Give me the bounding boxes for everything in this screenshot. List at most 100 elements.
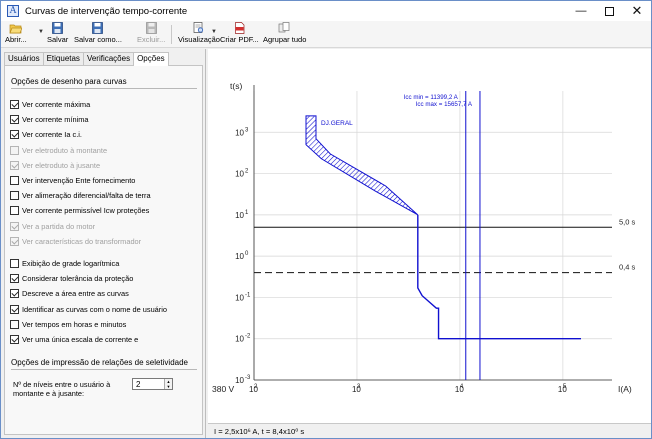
checkbox-checked-icon[interactable]: [10, 304, 19, 314]
option-label: Ver eletroduto à montante: [22, 145, 108, 155]
option-label: Identificar as curvas com o nome de usuá…: [22, 304, 168, 314]
option-label: Ver corrente máxima: [22, 100, 91, 109]
spin-down-icon[interactable]: ▼: [165, 384, 172, 389]
option-checkbox-row: Ver eletroduto à montante: [10, 145, 107, 156]
window-title: Curvas de intervenção tempo-corrente: [25, 5, 188, 17]
option-checkbox-row[interactable]: Ver intervenção Ente fornecimento: [10, 175, 135, 186]
option-checkbox-row[interactable]: Ver corrente mínima: [10, 114, 89, 125]
section-divider: [11, 369, 197, 370]
close-button[interactable]: ✕: [623, 1, 651, 21]
option-checkbox-row[interactable]: Ver corrente máxima: [10, 99, 90, 110]
tick-label-y: 10: [235, 170, 244, 179]
print-options-heading: Opções de impressão de relações de selet…: [11, 358, 188, 367]
app-window: A Curvas de intervenção tempo-corrente —…: [0, 0, 652, 439]
group-all-label: Agrupar tudo: [263, 35, 307, 44]
option-label: Exibição de grade logarítmica: [22, 259, 120, 268]
x-axis-title: I(A): [618, 384, 632, 394]
checkbox-unchecked-icon[interactable]: [10, 191, 19, 201]
option-label: Ver corrente Ia c.i.: [22, 130, 82, 140]
checkbox-checked-icon[interactable]: [10, 115, 19, 125]
tcc-chart-svg[interactable]: 10 310 210 110 010 -110 -210 -3102 103 104 105t(s)…: [208, 49, 651, 423]
floppy-disk-icon: [145, 22, 157, 34]
minimize-button[interactable]: —: [567, 1, 595, 21]
delete-button[interactable]: Excluir...: [137, 22, 165, 47]
voltage-label: 380 V: [212, 384, 235, 394]
open-button[interactable]: Abrir...: [5, 22, 27, 47]
section-divider: [11, 88, 197, 89]
checkbox-checked-icon: [10, 160, 19, 170]
checkbox-checked-icon[interactable]: [10, 289, 19, 299]
create-pdf-button[interactable]: Criar PDF...: [220, 22, 259, 47]
save-label: Salvar: [47, 35, 69, 44]
app-logo-icon: A: [7, 5, 19, 17]
open-dropdown-icon[interactable]: ▼: [38, 29, 44, 35]
short-circuit-current-label: Icc min = 11399,2 A: [404, 94, 459, 101]
option-label: Ver a partida do motor: [22, 221, 96, 231]
checkbox-checked-icon[interactable]: [10, 130, 19, 140]
save-button[interactable]: Salvar: [47, 22, 68, 47]
option-checkbox-row[interactable]: Exibição de grade logarítmica: [10, 258, 119, 269]
option-label: Descreve a área entre as curvas: [22, 289, 129, 299]
option-checkbox-row[interactable]: Identificar as curvas com o nome de usuá…: [10, 304, 167, 315]
tick-label-y: 10: [235, 252, 244, 261]
open-label: Abrir...: [5, 35, 27, 44]
levels-value: 2: [136, 380, 141, 389]
maximize-button[interactable]: [595, 1, 623, 21]
print-preview-icon: [194, 22, 204, 33]
tab-verifications[interactable]: Verificações: [82, 52, 135, 65]
tick-label-y: 10: [235, 128, 244, 137]
tolerance-band: [305, 115, 419, 216]
option-checkbox-row[interactable]: Ver corrente permissível Icw proteções: [10, 205, 149, 216]
toolbar-separator: [171, 25, 172, 44]
checkbox-checked-icon[interactable]: [10, 274, 19, 284]
option-label: Ver tempos em horas e minutos: [22, 319, 127, 329]
pdf-file-icon: [235, 22, 245, 34]
save-as-label: Salvar como...: [74, 35, 122, 44]
y-axis-title: t(s): [230, 81, 242, 91]
checkbox-checked-icon: [10, 236, 19, 246]
floppy-disk-icon: [92, 22, 104, 34]
option-checkbox-row[interactable]: Considerar tolerância da proteção: [10, 273, 133, 284]
time-limit-label: 0,4 s: [619, 263, 636, 272]
tcc-chart[interactable]: 10 3 10 2 10 1 10 0 10 -1 10 -2 10 -3 10 2 10 3 10 4 10 5 t(s)…: [208, 49, 651, 423]
option-checkbox-row[interactable]: Ver corrente Ia c.i.: [10, 129, 82, 140]
save-as-button[interactable]: Salvar como...: [74, 22, 122, 47]
view-dropdown-icon[interactable]: ▼: [211, 29, 217, 35]
option-label: Ver uma única escala de corrente e: [22, 335, 139, 344]
checkbox-unchecked-icon[interactable]: [10, 176, 19, 185]
checkbox-checked-icon: [10, 221, 19, 231]
group-all-button[interactable]: Agrupar tudo: [263, 22, 306, 47]
levels-label: Nº de níveis entre o usuário à montante …: [13, 380, 111, 398]
tab-options[interactable]: Opções: [133, 52, 169, 66]
tick-label-y: 10: [235, 211, 244, 220]
checkbox-unchecked-icon[interactable]: [10, 259, 19, 268]
checkbox-checked-icon[interactable]: [10, 335, 19, 344]
tab-users[interactable]: Usuários: [4, 52, 44, 65]
checkbox-unchecked-icon[interactable]: [10, 319, 19, 329]
option-checkbox-row[interactable]: Descreve a área entre as curvas: [10, 288, 129, 299]
option-checkbox-row[interactable]: Ver uma única escala de corrente e: [10, 334, 138, 345]
maximize-icon: [604, 6, 614, 16]
option-checkbox-row: Ver a partida do motor: [10, 221, 95, 232]
option-checkbox-row: Ver eletroduto à jusante: [10, 160, 100, 171]
option-checkbox-row[interactable]: Ver alimeração diferencial/falta de terr…: [10, 190, 151, 201]
title-bar[interactable]: A Curvas de intervenção tempo-corrente —…: [1, 1, 651, 21]
option-label: Ver alimeração diferencial/falta de terr…: [22, 191, 151, 201]
checkbox-unchecked-icon[interactable]: [10, 206, 19, 216]
levels-spinner[interactable]: 2 ▲ ▼: [132, 378, 173, 390]
tick-label-exponent: 0: [245, 251, 249, 257]
curve-name-label: DJ.GERAL: [321, 120, 353, 127]
spinner-buttons[interactable]: ▲ ▼: [164, 379, 172, 389]
option-label: Ver características do transformador: [22, 236, 142, 246]
option-label: Considerar tolerância da proteção: [22, 274, 134, 284]
group-pages-icon: [278, 22, 290, 33]
tab-labels[interactable]: Etiquetas: [42, 52, 84, 65]
create-pdf-label: Criar PDF...: [220, 35, 259, 44]
tick-label-y: 10: [235, 376, 244, 385]
view-label: Visualização: [178, 35, 220, 44]
close-icon: ✕: [631, 3, 643, 18]
option-checkbox-row[interactable]: Ver tempos em horas e minutos: [10, 319, 126, 330]
window-controls: — ✕: [567, 1, 651, 21]
cursor-readout: I = 2,5x10⁶ A, t = 8,4x10⁰ s: [214, 427, 305, 436]
checkbox-checked-icon[interactable]: [10, 100, 19, 109]
